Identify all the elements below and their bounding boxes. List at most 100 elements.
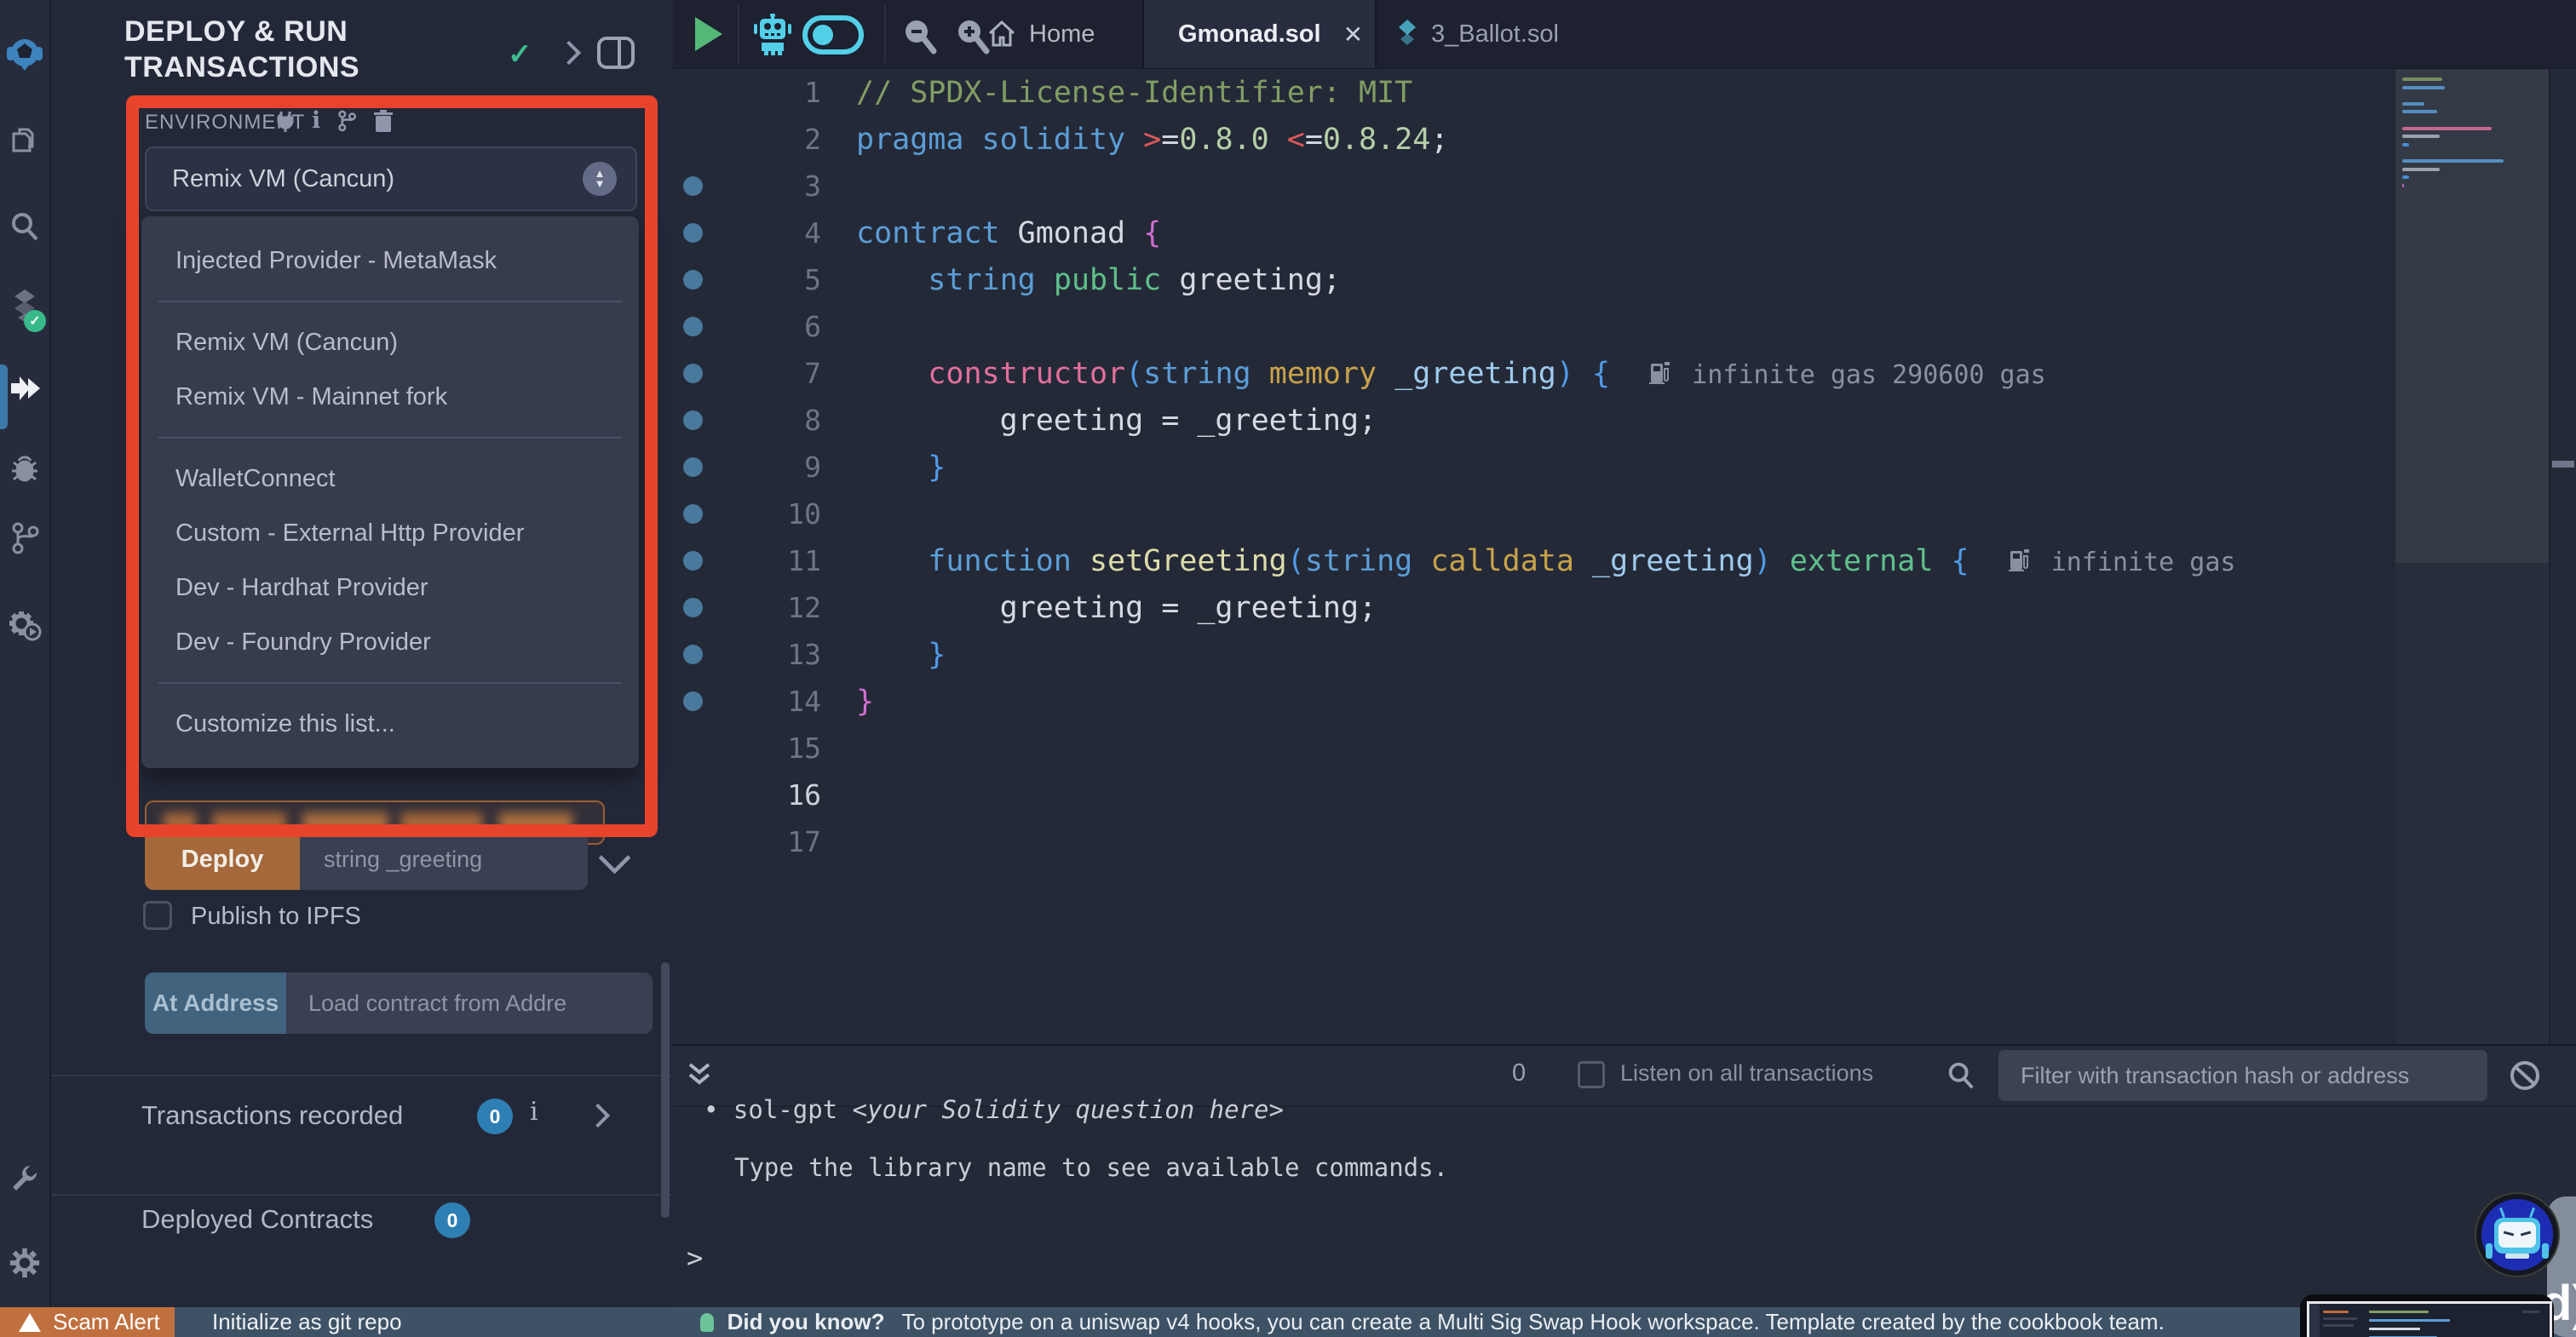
icon-rail: ✓ bbox=[0, 0, 51, 1337]
terminal-prompt[interactable]: > bbox=[687, 1242, 703, 1274]
panel-forward-icon[interactable] bbox=[556, 40, 582, 66]
code-editor[interactable]: 1 // SPDX-License-Identifier: MIT 2 pragma … bbox=[673, 69, 2576, 1044]
breakpoint-dot[interactable] bbox=[673, 270, 712, 290]
deploy-button[interactable]: Deploy bbox=[145, 829, 300, 890]
presenter-avatar[interactable] bbox=[2476, 1194, 2558, 1276]
breakpoint-dot[interactable] bbox=[673, 223, 712, 243]
listen-all-checkbox[interactable] bbox=[1578, 1061, 1605, 1088]
editor-tabbar: Home Gmonad.sol ✕ 3_Ballot.sol bbox=[673, 0, 2576, 69]
code-line[interactable]: 17 bbox=[673, 818, 2576, 865]
breakpoint-dot[interactable] bbox=[673, 598, 712, 617]
deploy-and-run-icon[interactable] bbox=[0, 364, 49, 412]
code-line[interactable]: 16 bbox=[673, 772, 2576, 818]
close-tab-icon[interactable]: ✕ bbox=[1343, 20, 1363, 49]
solidity-file-icon bbox=[1399, 20, 1416, 45]
code-text: constructor(string memory _greeting) { i… bbox=[928, 356, 2046, 391]
settings-gear-icon[interactable] bbox=[0, 1239, 49, 1287]
at-address-input[interactable]: Load contract from Addre bbox=[286, 973, 653, 1034]
constructor-arg-input[interactable]: string _greeting bbox=[300, 829, 588, 890]
robot-avatar-icon bbox=[2486, 1207, 2549, 1259]
breakpoint-dot[interactable] bbox=[673, 410, 712, 430]
listen-all-label: Listen on all transactions bbox=[1620, 1060, 1874, 1086]
transactions-count-badge: 0 bbox=[477, 1099, 513, 1134]
line-number: 8 bbox=[804, 404, 821, 437]
line-number: 7 bbox=[804, 357, 821, 390]
breakpoint-dot[interactable] bbox=[673, 645, 712, 664]
code-line[interactable]: 4 contract Gmonad { bbox=[673, 209, 2576, 256]
minimap[interactable] bbox=[2395, 69, 2549, 1044]
git-icon[interactable] bbox=[0, 514, 49, 562]
breakpoint-dot[interactable] bbox=[673, 551, 712, 571]
tab-ballot[interactable]: 3_Ballot.sol bbox=[1377, 0, 1579, 68]
minimap-line bbox=[2402, 159, 2504, 163]
code-line[interactable]: 13 } bbox=[673, 631, 2576, 678]
breakpoint-dot[interactable] bbox=[673, 691, 712, 711]
code-text: function setGreeting(string calldata _gr… bbox=[928, 543, 2236, 578]
panel-scrollbar[interactable] bbox=[661, 962, 670, 1218]
line-number: 1 bbox=[804, 76, 821, 109]
breakpoint-dot[interactable] bbox=[673, 317, 712, 336]
line-number: 13 bbox=[787, 638, 821, 671]
scam-alert-badge[interactable]: Scam Alert bbox=[0, 1307, 175, 1337]
code-line[interactable]: 2 pragma solidity >=0.8.0 <=0.8.24; bbox=[673, 116, 2576, 163]
code-line[interactable]: 10 bbox=[673, 491, 2576, 537]
ai-copilot-toggle[interactable] bbox=[802, 15, 864, 55]
terminal-help-line: • sol-gpt <your Solidity question here> bbox=[704, 1095, 1284, 1124]
plugin-manager-icon[interactable] bbox=[0, 601, 49, 649]
clear-console-icon[interactable] bbox=[2508, 1059, 2542, 1093]
code-line[interactable]: 12 greeting = _greeting; bbox=[673, 584, 2576, 631]
screenshare-thumbnail[interactable] bbox=[2300, 1294, 2554, 1337]
code-line[interactable]: 14} bbox=[673, 678, 2576, 725]
code-line[interactable]: 11 function setGreeting(string calldata … bbox=[673, 537, 2576, 584]
code-line[interactable]: 15 bbox=[673, 725, 2576, 772]
minimap-line bbox=[2402, 85, 2445, 89]
code-line[interactable]: 3 bbox=[673, 163, 2576, 209]
file-explorer-icon[interactable] bbox=[0, 118, 49, 165]
code-line[interactable]: 7 constructor(string memory _greeting) {… bbox=[673, 350, 2576, 397]
remix-logo-icon[interactable] bbox=[0, 31, 49, 78]
transactions-recorded-label: Transactions recorded bbox=[141, 1100, 404, 1130]
tab-gmonad[interactable]: Gmonad.sol ✕ bbox=[1142, 0, 1377, 68]
transactions-info-icon[interactable]: i bbox=[530, 1097, 538, 1127]
search-icon[interactable] bbox=[0, 203, 49, 250]
overview-ruler-cursor-mark bbox=[2552, 461, 2574, 468]
tab-gmonad-label: Gmonad.sol bbox=[1178, 20, 1321, 48]
line-number: 3 bbox=[804, 169, 821, 203]
minimap-line bbox=[2402, 167, 2440, 171]
code-line[interactable]: 8 greeting = _greeting; bbox=[673, 397, 2576, 444]
terminal[interactable]: 0 Listen on all transactions Filter with… bbox=[673, 1044, 2576, 1337]
tab-home[interactable]: Home bbox=[986, 0, 1095, 68]
line-number: 5 bbox=[804, 263, 821, 296]
git-init-button[interactable]: Initialize as git repo bbox=[212, 1309, 402, 1335]
remix-ai-robot-icon[interactable] bbox=[751, 14, 794, 56]
terminal-search-icon[interactable] bbox=[1946, 1060, 1976, 1091]
line-number: 12 bbox=[787, 591, 821, 624]
collapse-terminal-icon[interactable] bbox=[685, 1059, 714, 1092]
deployed-count-badge: 0 bbox=[434, 1202, 470, 1238]
run-script-icon[interactable] bbox=[695, 17, 722, 51]
code-line[interactable]: 1 // SPDX-License-Identifier: MIT bbox=[673, 69, 2576, 116]
zoom-out-icon[interactable] bbox=[901, 17, 939, 55]
transactions-expand-icon[interactable] bbox=[585, 1103, 611, 1128]
solidity-compiler-icon[interactable]: ✓ bbox=[0, 283, 49, 332]
debugger-icon[interactable] bbox=[0, 445, 49, 492]
pin-panel-icon[interactable] bbox=[596, 36, 635, 70]
breakpoint-dot[interactable] bbox=[673, 504, 712, 524]
code-line[interactable]: 9 } bbox=[673, 444, 2576, 491]
panel-title: DEPLOY & RUN TRANSACTIONS bbox=[124, 15, 360, 83]
breakpoint-dot[interactable] bbox=[673, 364, 712, 383]
expand-deploy-args-icon[interactable] bbox=[598, 841, 631, 875]
section-divider bbox=[51, 1075, 673, 1076]
code-line[interactable]: 5 string public greeting; bbox=[673, 256, 2576, 303]
maintenance-wrench-icon[interactable] bbox=[0, 1154, 49, 1202]
publish-ipfs-checkbox[interactable] bbox=[143, 901, 172, 930]
minimap-divider bbox=[2549, 69, 2550, 1044]
breakpoint-dot[interactable] bbox=[673, 176, 712, 196]
code-text: } bbox=[856, 684, 875, 719]
line-number: 2 bbox=[804, 123, 821, 156]
code-line[interactable]: 6 bbox=[673, 303, 2576, 350]
breakpoint-dot[interactable] bbox=[673, 457, 712, 477]
filter-input[interactable]: Filter with transaction hash or address bbox=[1998, 1050, 2487, 1101]
minimap-slider[interactable] bbox=[2395, 69, 2549, 563]
at-address-button[interactable]: At Address bbox=[145, 973, 286, 1034]
